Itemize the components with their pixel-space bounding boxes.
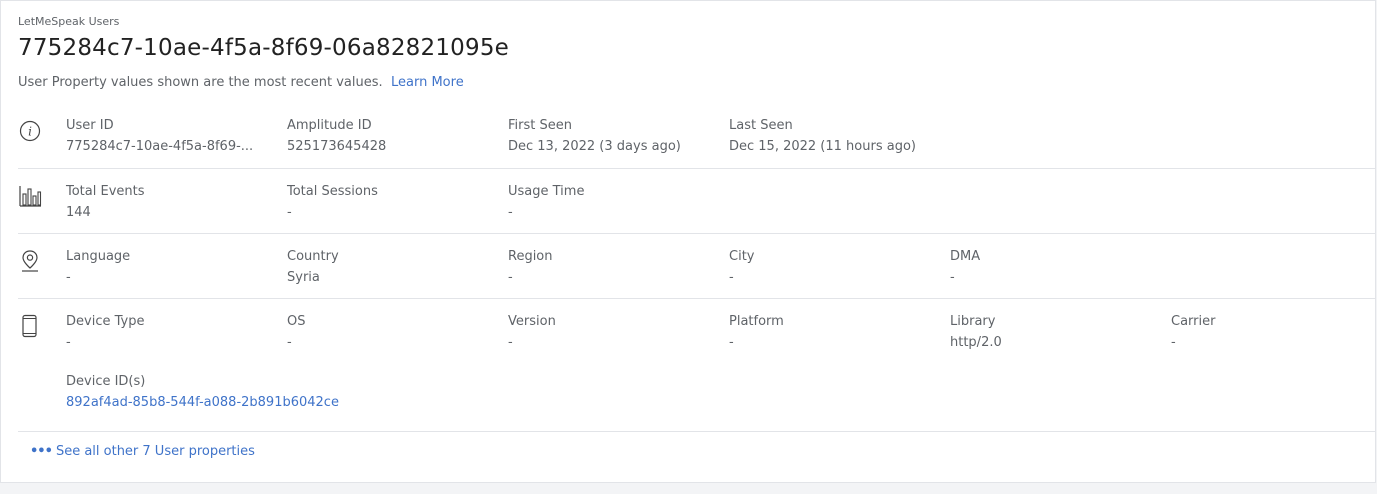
see-all-label: See all other 7 User properties	[55, 444, 255, 459]
field-label: Region	[508, 249, 553, 264]
field-label: Total Sessions	[287, 184, 378, 199]
field-value: 525173645428	[287, 139, 387, 154]
field-label: DMA	[950, 249, 981, 264]
field-value: -	[66, 270, 71, 285]
field-total-events: Total Events 144	[66, 184, 145, 220]
device-id-link[interactable]: 892af4ad-85b8-544f-a088-2b891b6042ce	[66, 395, 339, 410]
field-label: Language	[66, 249, 131, 264]
field-label: Device Type	[66, 314, 145, 329]
field-label: Library	[950, 314, 996, 329]
field-label: User ID	[66, 118, 114, 133]
field-value: -	[950, 270, 955, 285]
field-label: Platform	[729, 314, 784, 329]
field-first-seen: First Seen Dec 13, 2022 (3 days ago)	[508, 118, 681, 154]
field-value: Dec 13, 2022 (3 days ago)	[508, 139, 681, 154]
field-label: Carrier	[1171, 314, 1216, 329]
field-label: Usage Time	[508, 184, 585, 199]
field-value: Syria	[287, 270, 320, 285]
location-row: Language - Country Syria Region - City -…	[18, 249, 1375, 299]
field-value: -	[508, 335, 513, 350]
more-dots-icon: •••	[30, 444, 53, 459]
subtitle: User Property values shown are the most …	[18, 75, 383, 90]
info-icon: i	[18, 119, 42, 143]
identity-row: i User ID 775284c7-10ae-4f5a-8f69-... Am…	[18, 118, 1375, 169]
field-label: Device ID(s)	[66, 374, 146, 389]
field-city: City -	[729, 249, 754, 285]
field-language: Language -	[66, 249, 130, 285]
field-value: -	[1171, 335, 1176, 350]
field-device-type: Device Type -	[66, 314, 144, 350]
field-value: -	[66, 335, 71, 350]
field-platform: Platform -	[729, 314, 784, 350]
field-label: First Seen	[508, 118, 572, 133]
field-label: Total Events	[66, 184, 145, 199]
field-version: Version -	[508, 314, 556, 350]
field-usage-time: Usage Time -	[508, 184, 584, 220]
field-value: -	[287, 205, 292, 220]
field-value: -	[729, 270, 734, 285]
field-value: -	[729, 335, 734, 350]
field-label: Version	[508, 314, 556, 329]
field-label: OS	[287, 314, 306, 329]
field-label: City	[729, 249, 755, 264]
field-value: 144	[66, 205, 91, 220]
field-last-seen: Last Seen Dec 15, 2022 (11 hours ago)	[729, 118, 916, 154]
svg-text:i: i	[28, 125, 32, 139]
user-profile-card: LetMeSpeak Users 775284c7-10ae-4f5a-8f69…	[0, 0, 1376, 483]
field-value: -	[508, 205, 513, 220]
bar-chart-icon	[18, 184, 42, 208]
field-total-sessions: Total Sessions -	[287, 184, 378, 220]
field-dma: DMA -	[950, 249, 980, 285]
project-name: LetMeSpeak Users	[18, 15, 120, 28]
learn-more-link[interactable]: Learn More	[391, 75, 464, 90]
field-value: -	[287, 335, 292, 350]
field-user-id: User ID 775284c7-10ae-4f5a-8f69-...	[66, 118, 253, 154]
mobile-device-icon	[18, 314, 42, 338]
field-device-ids: Device ID(s) 892af4ad-85b8-544f-a088-2b8…	[66, 374, 339, 410]
field-os: OS -	[287, 314, 305, 350]
field-value: Dec 15, 2022 (11 hours ago)	[729, 139, 916, 154]
usage-row: Total Events 144 Total Sessions - Usage …	[18, 184, 1375, 234]
field-carrier: Carrier -	[1171, 314, 1215, 350]
field-value: 775284c7-10ae-4f5a-8f69-...	[66, 139, 254, 154]
field-label: Amplitude ID	[287, 118, 372, 133]
field-country: Country Syria	[287, 249, 339, 285]
field-value: http/2.0	[950, 335, 1002, 350]
see-all-properties-link[interactable]: ••• See all other 7 User properties	[30, 444, 255, 459]
field-region: Region -	[508, 249, 553, 285]
field-label: Country	[287, 249, 339, 264]
device-row: Device Type - OS - Version - Platform - …	[18, 314, 1375, 432]
field-value: -	[508, 270, 513, 285]
page-title: 775284c7-10ae-4f5a-8f69-06a82821095e	[18, 35, 510, 61]
field-amplitude-id: Amplitude ID 525173645428	[287, 118, 386, 154]
field-label: Last Seen	[729, 118, 793, 133]
location-pin-icon	[18, 249, 42, 273]
field-library: Library http/2.0	[950, 314, 1002, 350]
